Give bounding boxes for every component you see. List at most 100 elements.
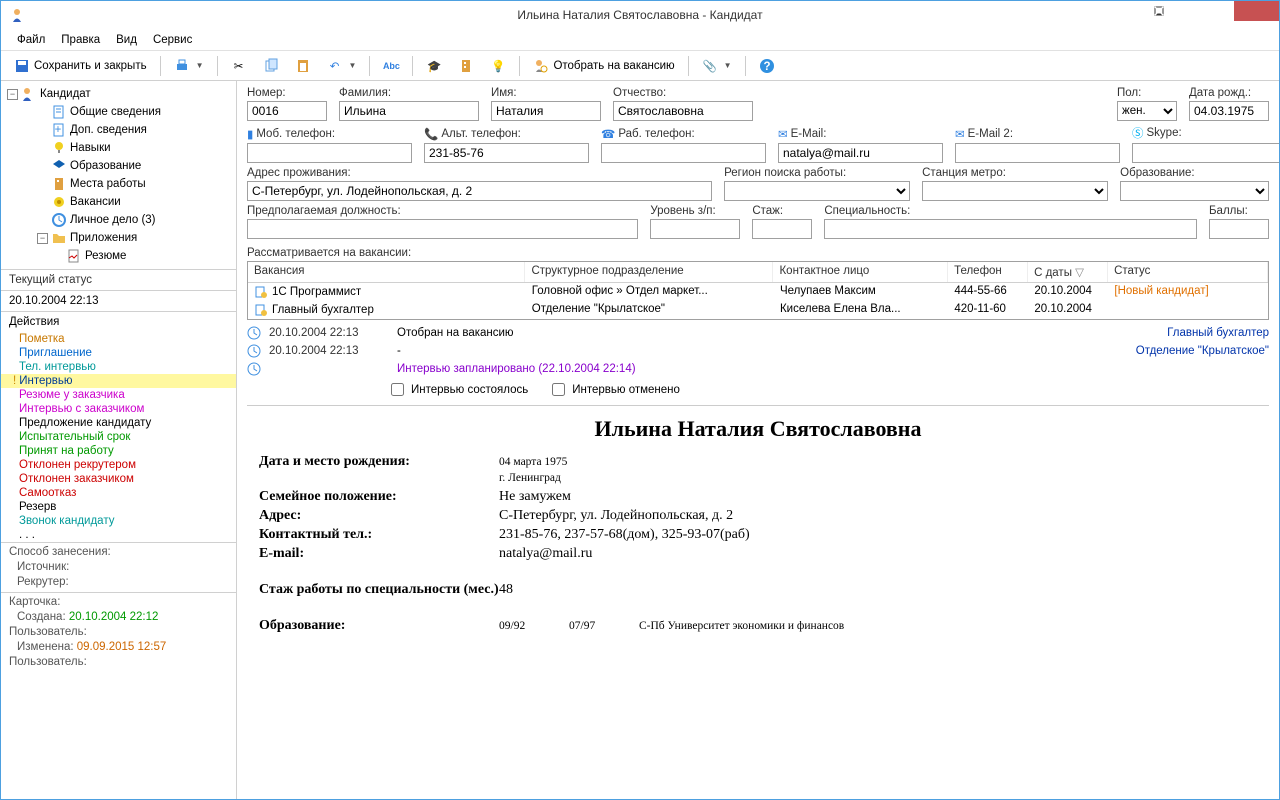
sex-select[interactable]: жен. xyxy=(1117,101,1177,121)
table-row[interactable]: Главный бухгалтерОтделение "Крылатское"К… xyxy=(248,301,1268,319)
tree-resume[interactable]: Резюме xyxy=(7,247,230,265)
mobile-input[interactable] xyxy=(247,143,412,163)
action-item[interactable]: Предложение кандидату xyxy=(1,416,236,430)
altphone-input[interactable] xyxy=(424,143,589,163)
action-item[interactable]: Звонок кандидату xyxy=(1,514,236,528)
status-date: 20.10.2004 22:13 xyxy=(1,290,236,311)
resume-view[interactable]: Ильина Наталия Святославовна Дата и мест… xyxy=(247,405,1269,799)
interview-cancel-check[interactable]: Интервью отменено xyxy=(548,380,680,399)
tree-attachments[interactable]: −Приложения xyxy=(7,229,230,247)
bulb-icon: 💡 xyxy=(490,58,506,74)
position-input[interactable] xyxy=(247,219,638,239)
left-panel: −Кандидат Общие сведения+Доп. сведенияНа… xyxy=(1,81,237,799)
email-input[interactable] xyxy=(778,143,943,163)
status-section: Текущий статус xyxy=(1,269,236,290)
skype-icon: Ⓢ xyxy=(1132,125,1144,141)
tool-edu[interactable]: 🎓 xyxy=(419,54,449,78)
tool-attach[interactable]: 📎▼ xyxy=(695,54,739,78)
salary-input[interactable] xyxy=(650,219,740,239)
middlename-input[interactable] xyxy=(613,101,753,121)
main-panel: Номер: Фамилия: Имя: Отчество: Пол:жен. … xyxy=(237,81,1279,799)
abc-icon: Abc xyxy=(383,58,399,74)
action-item[interactable]: Интервью с заказчиком xyxy=(1,402,236,416)
toolbar: Сохранить и закрыть ▼ ✂ ↶▼ Abc 🎓 💡 Отобр… xyxy=(1,51,1279,81)
select-vacancy-button[interactable]: Отобрать на вакансию xyxy=(526,54,681,78)
menu-file[interactable]: Файл xyxy=(9,31,53,49)
action-item[interactable]: Интервью xyxy=(1,374,236,388)
region-select[interactable] xyxy=(724,181,910,201)
action-item[interactable]: Резюме у заказчика xyxy=(1,388,236,402)
vacancy-grid[interactable]: Вакансия Структурное подразделение Конта… xyxy=(247,261,1269,320)
clock-icon xyxy=(247,344,261,358)
menu-edit[interactable]: Правка xyxy=(53,31,108,49)
number-input[interactable] xyxy=(247,101,327,121)
nav-tree: −Кандидат Общие сведения+Доп. сведенияНа… xyxy=(1,81,236,269)
tool-copy[interactable] xyxy=(256,54,286,78)
workphone-input[interactable] xyxy=(601,143,766,163)
action-item[interactable]: Отклонен заказчиком xyxy=(1,472,236,486)
titlebar: Ильина Наталия Святославовна - Кандидат xyxy=(1,1,1279,29)
menu-view[interactable]: Вид xyxy=(108,31,145,49)
action-item[interactable]: Приглашение xyxy=(1,346,236,360)
svg-text:?: ? xyxy=(763,61,770,73)
tool-cut[interactable]: ✂ xyxy=(224,54,254,78)
menu-service[interactable]: Сервис xyxy=(145,31,200,49)
tool-help[interactable]: ? xyxy=(752,54,782,78)
maximize-button[interactable] xyxy=(1189,1,1234,21)
interview-done-check[interactable]: Интервью состоялось xyxy=(387,380,528,399)
workphone-icon: ☎ xyxy=(601,127,615,141)
clock-icon xyxy=(247,362,261,376)
tool-spellcheck[interactable]: Abc xyxy=(376,54,406,78)
tree-item[interactable]: Общие сведения xyxy=(7,103,230,121)
address-input[interactable] xyxy=(247,181,712,201)
copy-icon xyxy=(263,58,279,74)
window-title: Ильина Наталия Святославовна - Кандидат xyxy=(517,8,762,22)
lastname-input[interactable] xyxy=(339,101,479,121)
tree-item[interactable]: Личное дело (3) xyxy=(7,211,230,229)
paperclip-icon: 📎 xyxy=(702,58,718,74)
entry-method-section: Способ занесения: Источник: Рекрутер: xyxy=(1,542,236,592)
tool-print[interactable]: ▼ xyxy=(167,54,211,78)
actions-title-sec: Действия xyxy=(1,311,236,332)
doc-icon xyxy=(66,248,82,264)
table-row[interactable]: 1С ПрограммистГоловной офис » Отдел марк… xyxy=(248,283,1268,301)
mail2-icon: ✉ xyxy=(955,127,965,141)
email2-input[interactable] xyxy=(955,143,1120,163)
action-item[interactable]: Принят на работу xyxy=(1,444,236,458)
tool-paste[interactable] xyxy=(288,54,318,78)
tree-item[interactable]: Навыки xyxy=(7,139,230,157)
score-input[interactable] xyxy=(1209,219,1269,239)
app-icon xyxy=(11,7,27,23)
speciality-input[interactable] xyxy=(824,219,1197,239)
skype-input[interactable] xyxy=(1132,143,1279,163)
close-button[interactable] xyxy=(1234,1,1279,21)
metro-select[interactable] xyxy=(922,181,1108,201)
person-search-icon xyxy=(533,58,549,74)
action-item[interactable]: Испытательный срок xyxy=(1,430,236,444)
firstname-input[interactable] xyxy=(491,101,601,121)
mail-icon: ✉ xyxy=(778,127,788,141)
minimize-button[interactable] xyxy=(1144,1,1189,21)
tool-bulb[interactable]: 💡 xyxy=(483,54,513,78)
tree-item[interactable]: Образование xyxy=(7,157,230,175)
education-select[interactable] xyxy=(1120,181,1269,201)
undo-icon: ↶ xyxy=(327,58,343,74)
vacancy-grid-title: Рассматривается на вакансии: xyxy=(247,247,1269,259)
tree-item[interactable]: Вакансии xyxy=(7,193,230,211)
tree-item[interactable]: Места работы xyxy=(7,175,230,193)
dob-input[interactable] xyxy=(1189,101,1269,121)
tool-building[interactable] xyxy=(451,54,481,78)
experience-input[interactable] xyxy=(752,219,812,239)
action-item[interactable]: Самоотказ xyxy=(1,486,236,500)
tree-root[interactable]: −Кандидат xyxy=(7,85,230,103)
graduation-icon: 🎓 xyxy=(426,58,442,74)
svg-text:+: + xyxy=(55,124,62,136)
action-item[interactable]: . . . xyxy=(1,528,236,542)
action-item[interactable]: Пометка xyxy=(1,332,236,346)
action-item[interactable]: Отклонен рекрутером xyxy=(1,458,236,472)
action-item[interactable]: Резерв xyxy=(1,500,236,514)
save-close-button[interactable]: Сохранить и закрыть xyxy=(7,54,154,78)
action-item[interactable]: Тел. интервью xyxy=(1,360,236,374)
tool-undo[interactable]: ↶▼ xyxy=(320,54,364,78)
tree-item[interactable]: +Доп. сведения xyxy=(7,121,230,139)
